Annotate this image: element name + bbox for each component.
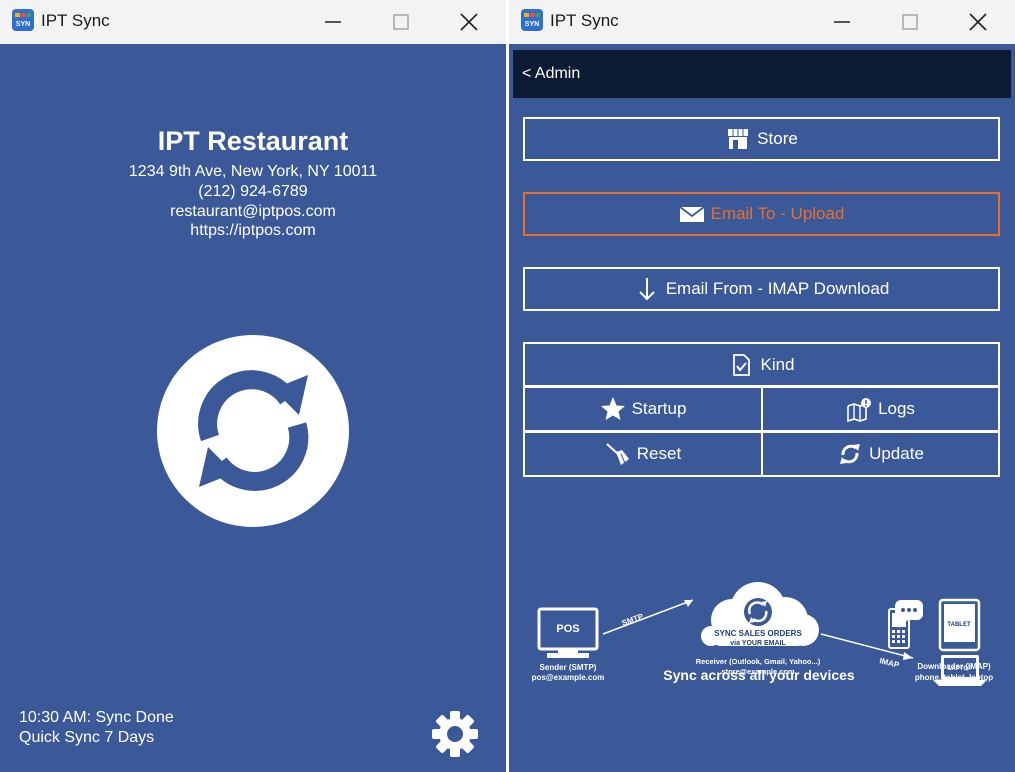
smtp-label: SMTP [621, 612, 646, 628]
email-from-download-button[interactable]: Email From - IMAP Download [523, 267, 1000, 311]
restaurant-name: IPT Restaurant [157, 126, 349, 156]
app-icon: SYN [12, 9, 34, 31]
sender-email: pos@example.com [532, 673, 605, 682]
minimize-button[interactable] [819, 0, 865, 44]
star-icon [600, 397, 625, 420]
svg-text:SYN: SYN [16, 21, 30, 28]
title-bar[interactable]: SYN IPT Sync [0, 0, 506, 44]
back-admin-link[interactable]: < Admin [522, 65, 580, 83]
refresh-icon [840, 444, 861, 464]
store-icon [728, 129, 749, 149]
maximize-button[interactable] [378, 0, 424, 44]
downloader-devices: phone, tablet, laptop [914, 673, 994, 682]
restaurant-address: 1234 9th Ave, New York, NY 10011 [128, 163, 378, 180]
main-window: SYN IPT Sync IPT Restaurant 1234 9th Ave… [0, 0, 506, 772]
minimize-icon [325, 21, 341, 23]
maximize-button[interactable] [887, 0, 933, 44]
pos-label: POS [556, 623, 579, 635]
gear-icon[interactable] [430, 709, 480, 759]
close-icon [969, 13, 987, 31]
close-button[interactable] [955, 0, 1001, 44]
download-arrow-icon [638, 278, 655, 301]
restaurant-email: restaurant@iptpos.com [170, 203, 336, 220]
maximize-icon [393, 14, 409, 30]
kind-button[interactable]: Kind [523, 342, 1000, 387]
admin-back-bar[interactable]: < Admin [513, 50, 1011, 98]
reset-button[interactable]: Reset [523, 431, 763, 477]
store-button[interactable]: Store [523, 117, 1000, 161]
svg-text:SYN: SYN [525, 21, 539, 28]
maximize-icon [902, 14, 918, 30]
cloud-line2: via YOUR EMAIL [730, 640, 786, 647]
receiver-label: Receiver (Outlook, Gmail, Yahoo...) [696, 657, 821, 666]
sync-button[interactable] [157, 335, 349, 527]
minimize-button[interactable] [310, 0, 356, 44]
update-label: Update [869, 444, 924, 463]
email-from-label: Email From - IMAP Download [665, 279, 890, 298]
minimize-icon [834, 21, 850, 23]
restaurant-phone: (212) 924-6789 [198, 183, 308, 200]
window-title: IPT Sync [41, 11, 110, 30]
document-check-icon [733, 353, 751, 376]
sender-label: Sender (SMTP) [540, 663, 597, 672]
sync-icon [198, 370, 309, 491]
title-bar[interactable]: SYN IPT Sync [509, 0, 1015, 44]
sync-mode: Quick Sync 7 Days [19, 729, 155, 746]
admin-window: SYN IPT Sync < Admin Store Email To - Up… [509, 0, 1015, 772]
restaurant-website: https://iptpos.com [190, 222, 316, 239]
app-icon: SYN [521, 9, 543, 31]
close-button[interactable] [446, 0, 492, 44]
sync-status: 10:30 AM: Sync Done [19, 709, 174, 726]
logs-label: Logs [878, 399, 915, 418]
main-content: IPT Restaurant 1234 9th Ave, New York, N… [0, 44, 506, 772]
tagline: Sync across all your devices [663, 667, 855, 683]
admin-content: < Admin Store Email To - Upload Email Fr… [509, 44, 1015, 772]
reset-label: Reset [636, 444, 682, 463]
startup-button[interactable]: Startup [523, 386, 763, 432]
mail-icon [679, 206, 705, 222]
email-to-upload-button[interactable]: Email To - Upload [523, 192, 1000, 236]
window-title: IPT Sync [550, 11, 619, 30]
broom-icon [606, 443, 629, 465]
logs-button[interactable]: Logs [761, 386, 1000, 432]
kind-label: Kind [760, 354, 795, 374]
map-info-icon [847, 398, 872, 422]
update-button[interactable]: Update [761, 431, 1000, 477]
startup-label: Startup [631, 399, 687, 418]
email-to-label: Email To - Upload [710, 204, 845, 223]
downloader-label: Downloader (IMAP) [917, 662, 991, 671]
close-icon [460, 13, 478, 31]
store-label: Store [757, 129, 798, 148]
tablet-label: TABLET [947, 622, 971, 628]
cloud-line1: SYNC SALES ORDERS [714, 629, 802, 638]
